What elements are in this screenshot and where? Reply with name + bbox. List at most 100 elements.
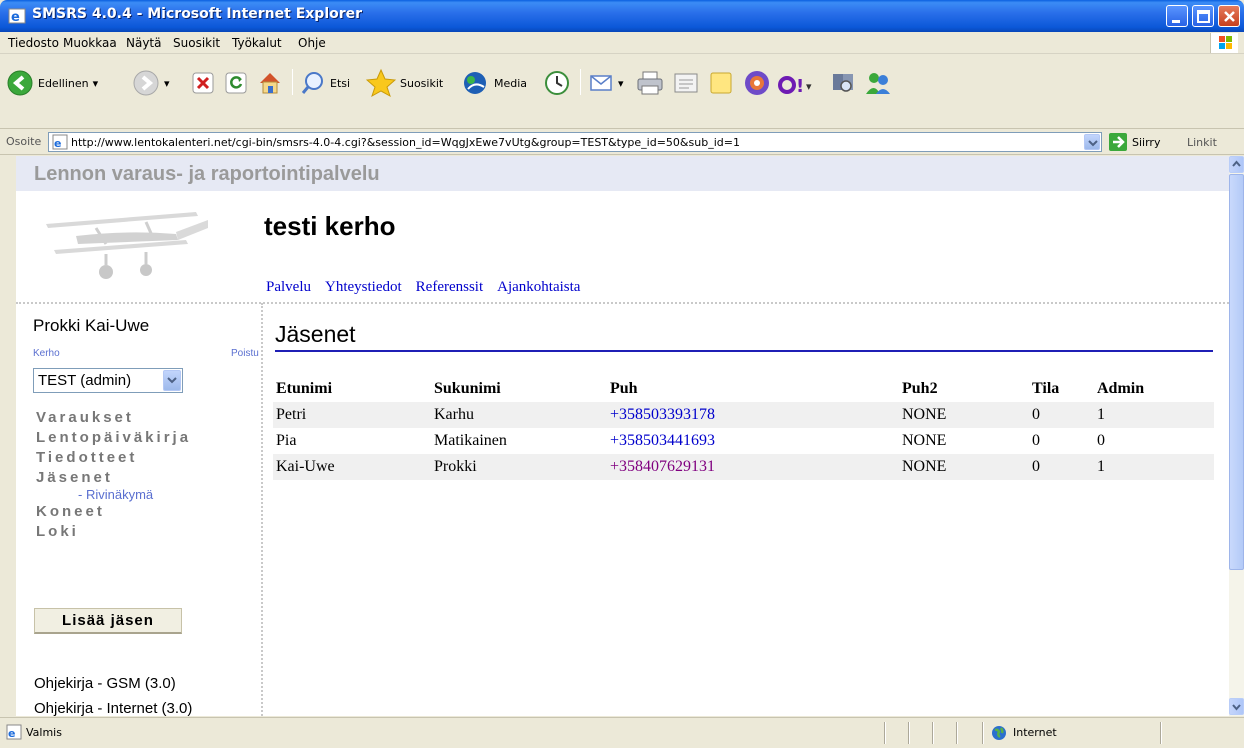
messenger-icon [745,71,769,95]
stop-button[interactable] [192,72,214,94]
vertical-scrollbar[interactable] [1229,156,1244,716]
cell-status: 0 [1029,402,1094,428]
menu-favorites[interactable]: Suosikit [173,36,220,50]
search-icon [301,72,323,94]
chevron-down-icon[interactable] [163,370,181,391]
star-icon [366,68,396,98]
scroll-up-arrow[interactable] [1229,156,1244,173]
windows-logo-icon [1210,33,1238,53]
top-nav: Palvelu Yhteystiedot Referenssit Ajankoh… [266,279,580,296]
col-header-sukunimi: Sukunimi [434,380,501,397]
banner-title: Lennon varaus- ja raportointipalvelu [34,163,380,185]
discuss-button[interactable] [708,70,734,96]
add-member-button[interactable]: Lisää jäsen [34,608,182,634]
toolbar: Edellinen ▾ ▾ Etsi Suosikit Media ▾ ! ▾ [0,55,1244,129]
col-header-tila: Tila [1032,380,1060,397]
search-button[interactable]: Etsi [300,70,350,96]
nav-referenssit[interactable]: Referenssit [416,279,483,296]
ie-icon: e [8,8,26,25]
cell-phone2: NONE [899,402,1029,428]
manual-internet-link[interactable]: Ohjekirja - Internet (3.0) [34,700,192,716]
nav-palvelu[interactable]: Palvelu [266,279,311,296]
edit-button[interactable] [672,70,700,96]
cell-admin: 0 [1097,432,1105,449]
refresh-button[interactable] [225,72,247,94]
menu-view[interactable]: Näytä [126,36,162,50]
status-bar: e Valmis Internet [0,717,1244,748]
manual-gsm-link[interactable]: Ohjekirja - GSM (3.0) [34,675,176,692]
title-bar: e SMSRS 4.0.4 - Microsoft Internet Explo… [0,0,1244,32]
sidebar-item-varaukset[interactable]: Varaukset [36,408,191,428]
phone-link[interactable]: +358503393178 [610,406,715,423]
research-button[interactable] [830,70,856,96]
cell-phone: +358407629131 [607,454,899,480]
cell-first-name: Pia [276,432,297,449]
sidebar-subitem-rivinakyma[interactable]: - Rivinäkymä [78,488,191,502]
forward-button[interactable]: ▾ [132,69,170,97]
back-button[interactable]: Edellinen ▾ [6,69,98,97]
club-select-value: TEST (admin) [38,372,132,389]
mail-icon [590,75,612,91]
address-bar: Osoite e http://www.lentokalenteri.net/c… [0,129,1244,155]
go-arrow-icon [1109,133,1127,151]
note-icon [710,72,732,94]
sidebar-item-jasenet[interactable]: Jäsenet [36,468,191,488]
print-button[interactable] [636,70,664,96]
sidebar-item-tiedotteet[interactable]: Tiedotteet [36,448,191,468]
address-url: http://www.lentokalenteri.net/cgi-bin/sm… [71,136,740,149]
refresh-icon [225,72,247,94]
nav-ajankohtaista[interactable]: Ajankohtaista [497,279,580,296]
back-arrow-icon [7,70,33,96]
history-icon [545,71,569,95]
page-status-icon: e [6,724,22,740]
minimize-button[interactable] [1166,5,1188,27]
members-table: Etunimi Sukunimi Puh Puh2 Tila Admin Pet… [273,376,1214,480]
yahoo-button[interactable]: ! ▾ [778,70,822,96]
sidebar-item-lentopaivakirja[interactable]: Lentopäiväkirja [36,428,191,448]
close-button[interactable] [1218,5,1240,27]
col-header-admin: Admin [1097,380,1145,397]
go-button[interactable]: Siirry [1108,132,1160,152]
menu-help[interactable]: Ohje [298,36,326,50]
scroll-down-arrow[interactable] [1229,698,1244,715]
svg-text:!: ! [796,76,804,96]
maximize-button[interactable] [1192,5,1214,27]
logout-link[interactable]: Poistu [231,348,259,359]
menu-bar: Tiedosto Muokkaa Näytä Suosikit Työkalut… [0,32,1244,54]
links-toolbar[interactable]: Linkit [1187,136,1217,149]
favorites-button[interactable]: Suosikit [366,68,443,98]
cell-last-name: Prokki [431,454,607,480]
sidebar-item-loki[interactable]: Loki [36,522,191,542]
divider [16,302,1229,304]
history-button[interactable] [544,70,570,96]
menu-file[interactable]: Tiedosto [8,36,59,50]
chevron-down-icon: ▾ [618,76,624,90]
messenger-button[interactable] [743,69,771,97]
scrollbar-thumb[interactable] [1229,174,1244,570]
mail-button[interactable]: ▾ [588,70,624,96]
research-icon [833,74,853,92]
title-rule [275,350,1213,352]
home-button[interactable] [256,69,284,97]
address-input[interactable]: e http://www.lentokalenteri.net/cgi-bin/… [48,132,1102,152]
contacts-button[interactable] [864,70,892,96]
club-label: Kerho [33,348,60,359]
stop-icon [192,72,214,94]
media-button[interactable]: Media [460,69,527,97]
forward-arrow-icon [133,70,159,96]
menu-edit[interactable]: Muokkaa [63,36,117,50]
nav-yhteystiedot[interactable]: Yhteystiedot [325,279,402,296]
club-name: testi kerho [264,211,396,241]
table-row: Petri Karhu +358503393178 NONE 0 1 [273,402,1214,428]
sidebar-nav: Varaukset Lentopäiväkirja Tiedotteet Jäs… [36,408,191,542]
phone-link[interactable]: +358407629131 [610,458,715,475]
sidebar-item-koneet[interactable]: Koneet [36,502,191,522]
menu-tools[interactable]: Työkalut [232,36,282,50]
chevron-down-icon: ▾ [164,76,170,90]
page-title: Jäsenet [275,321,356,347]
phone-link[interactable]: +358503441693 [610,432,715,449]
club-select[interactable]: TEST (admin) [33,368,183,393]
col-header-puh: Puh [610,380,638,397]
cell-last-name: Karhu [431,402,607,428]
chevron-down-icon[interactable] [1084,134,1100,150]
